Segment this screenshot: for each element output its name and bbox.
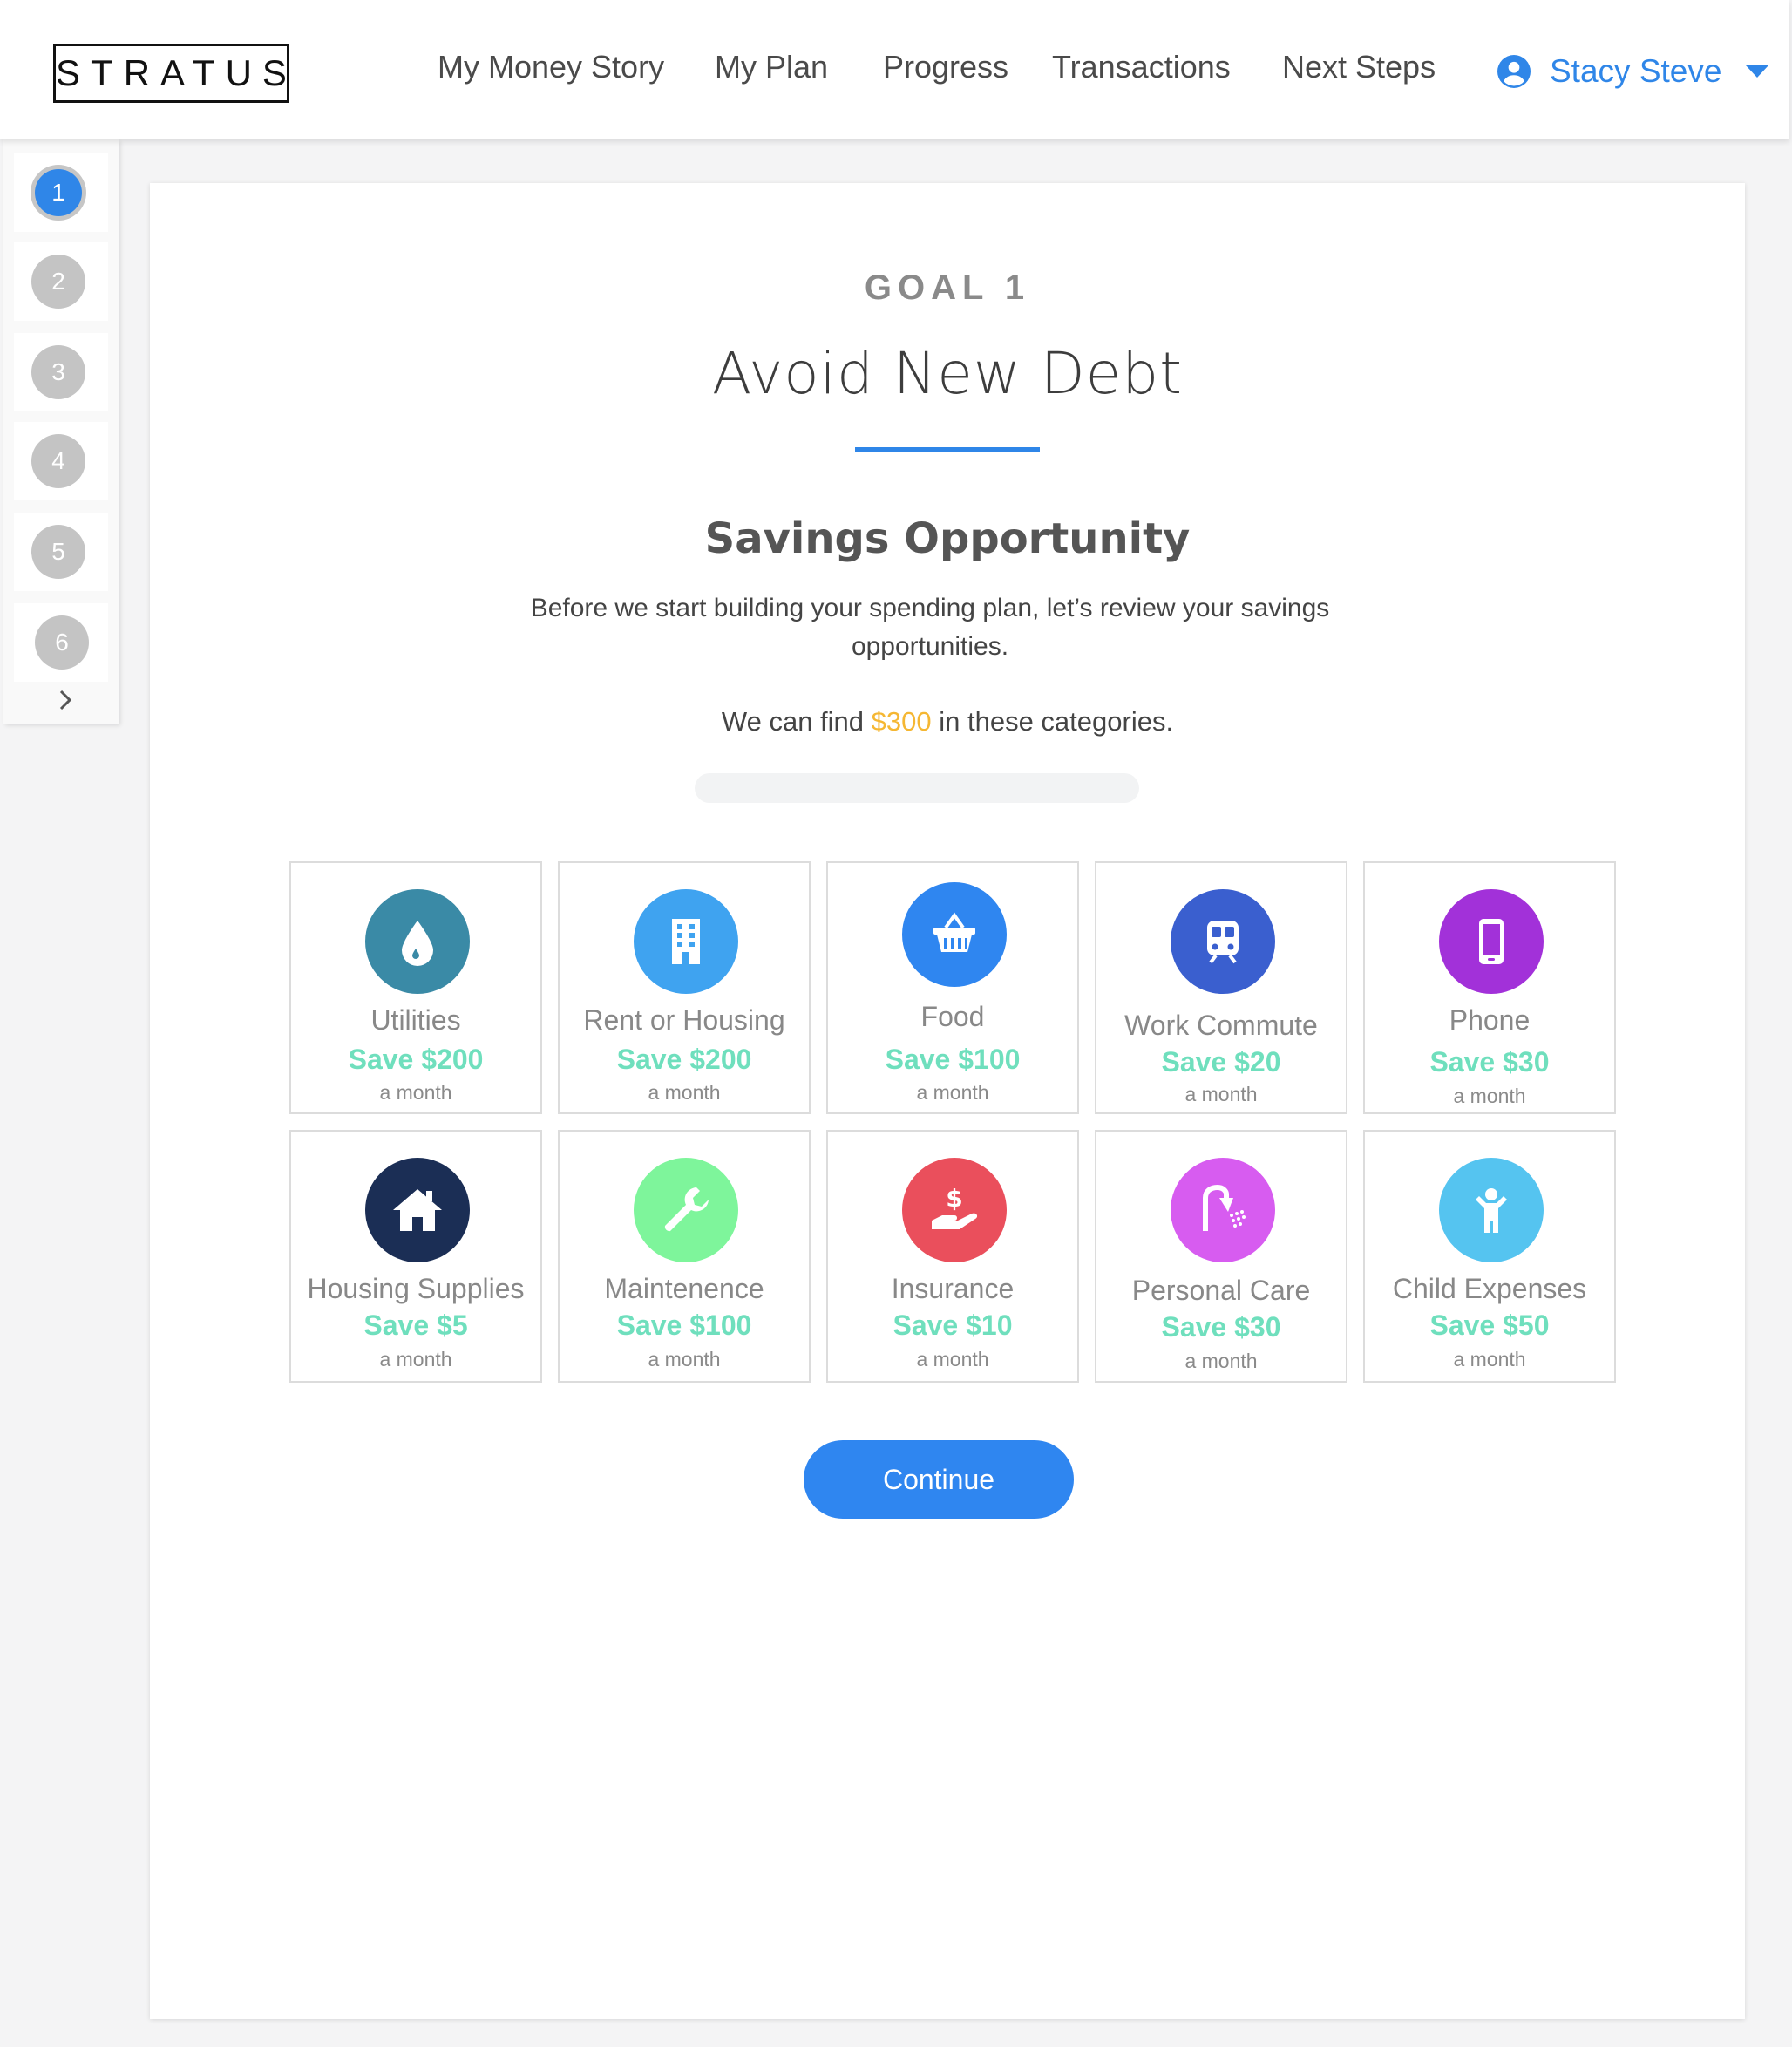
step-cell: 4 — [14, 422, 108, 500]
category-name: Utilities — [370, 1004, 461, 1036]
category-save: Save $30 — [1161, 1311, 1281, 1343]
category-tile-personal-care[interactable]: Personal Care Save $30 a month — [1095, 1130, 1347, 1383]
building-icon — [634, 889, 738, 994]
summary-amount: $300 — [871, 706, 932, 737]
app-root: STRATUS My Money Story My Plan Progress … — [0, 0, 1792, 2047]
step-4-button[interactable]: 4 — [31, 434, 85, 488]
title-divider — [855, 447, 1040, 452]
category-tile-work-commute[interactable]: Work Commute Save $20 a month — [1095, 861, 1347, 1114]
category-name: Maintenence — [604, 1273, 764, 1304]
category-save: Save $200 — [348, 1044, 484, 1075]
category-save: Save $50 — [1429, 1309, 1550, 1341]
nav-transactions[interactable]: Transactions — [1052, 49, 1231, 85]
step-2-button[interactable]: 2 — [31, 255, 85, 309]
category-name: Work Commute — [1124, 1010, 1318, 1041]
category-period: a month — [648, 1081, 721, 1104]
train-icon — [1171, 889, 1275, 994]
summary-prefix: We can find — [721, 706, 872, 737]
page-title: Avoid New Debt — [711, 340, 1184, 407]
chevron-right-icon[interactable] — [54, 687, 77, 713]
step-1-button[interactable]: 1 — [35, 169, 82, 216]
nav-progress[interactable]: Progress — [883, 49, 1008, 85]
category-name: Child Expenses — [1392, 1273, 1587, 1304]
basket-icon — [902, 882, 1007, 987]
category-period: a month — [1184, 1083, 1258, 1105]
hand-dollar-icon: $ — [902, 1158, 1007, 1262]
step-cell: 3 — [14, 333, 108, 411]
category-name: Housing Supplies — [307, 1273, 525, 1304]
progress-track — [695, 773, 1139, 803]
house-icon — [365, 1158, 470, 1262]
category-tile-child-expenses[interactable]: Child Expenses Save $50 a month — [1363, 1130, 1616, 1383]
section-heading: Savings Opportunity — [704, 514, 1191, 563]
step-cell: 2 — [14, 242, 108, 321]
category-period: a month — [379, 1348, 452, 1370]
continue-button[interactable]: Continue — [804, 1440, 1074, 1519]
step-cell: 6 — [14, 603, 108, 682]
stratus-logo[interactable]: STRATUS — [53, 44, 289, 103]
nav-my-plan[interactable]: My Plan — [715, 49, 828, 85]
category-period: a month — [916, 1081, 989, 1104]
category-period: a month — [916, 1348, 989, 1370]
category-name: Personal Care — [1131, 1275, 1311, 1306]
top-header: STRATUS My Money Story My Plan Progress … — [0, 0, 1789, 139]
category-tile-insurance[interactable]: $ Insurance Save $10 a month — [826, 1130, 1079, 1383]
category-tile-food[interactable]: Food Save $100 a month — [826, 861, 1079, 1114]
category-name: Phone — [1449, 1004, 1531, 1036]
category-period: a month — [648, 1348, 721, 1370]
user-menu[interactable]: Stacy Steve — [1497, 51, 1769, 92]
phone-icon — [1439, 889, 1544, 994]
nav-next-steps[interactable]: Next Steps — [1282, 49, 1436, 85]
category-tile-housing-supplies[interactable]: Housing Supplies Save $5 a month — [289, 1130, 542, 1383]
category-save: Save $200 — [616, 1044, 752, 1075]
step-cell: 1 — [14, 153, 108, 232]
child-icon — [1439, 1158, 1544, 1262]
goal-stepper: 1 2 3 4 5 6 — [3, 139, 119, 724]
category-period: a month — [379, 1081, 452, 1104]
category-tile-maintenence[interactable]: Maintenence Save $100 a month — [558, 1130, 811, 1383]
category-tile-rent-or-housing[interactable]: Rent or Housing Save $200 a month — [558, 861, 811, 1114]
svg-text:$: $ — [946, 1184, 962, 1213]
category-save: Save $5 — [363, 1309, 468, 1341]
goal-card: GOAL 1 Avoid New Debt Savings Opportunit… — [150, 183, 1745, 2019]
user-name: Stacy Steve — [1550, 53, 1722, 89]
category-save: Save $10 — [893, 1309, 1013, 1341]
category-period: a month — [1453, 1085, 1526, 1107]
savings-summary: We can find $300 in these categories. — [150, 706, 1745, 738]
category-tile-phone[interactable]: Phone Save $30 a month — [1363, 861, 1616, 1114]
step-cell: 5 — [14, 513, 108, 591]
category-save: Save $100 — [616, 1309, 752, 1341]
summary-suffix: in these categories. — [931, 706, 1174, 737]
wrench-icon — [634, 1158, 738, 1262]
category-period: a month — [1184, 1350, 1258, 1372]
category-period: a month — [1453, 1348, 1526, 1370]
water-drop-icon — [365, 889, 470, 994]
nav-my-money-story[interactable]: My Money Story — [438, 49, 664, 85]
step-5-button[interactable]: 5 — [31, 525, 85, 579]
category-name: Rent or Housing — [583, 1004, 785, 1036]
step-6-button[interactable]: 6 — [35, 615, 89, 670]
caret-down-icon — [1746, 65, 1769, 78]
category-save: Save $20 — [1161, 1046, 1281, 1078]
goal-eyebrow: GOAL 1 — [864, 269, 1031, 307]
category-save: Save $100 — [885, 1044, 1021, 1075]
category-name: Insurance — [891, 1273, 1015, 1304]
shower-icon — [1171, 1158, 1275, 1262]
category-tile-utilities[interactable]: Utilities Save $200 a month — [289, 861, 542, 1114]
intro-text: Before we start building your spending p… — [530, 594, 1330, 661]
category-save: Save $30 — [1429, 1046, 1550, 1078]
category-name: Food — [920, 1001, 985, 1032]
step-3-button[interactable]: 3 — [31, 345, 85, 399]
user-circle-icon — [1497, 55, 1531, 88]
